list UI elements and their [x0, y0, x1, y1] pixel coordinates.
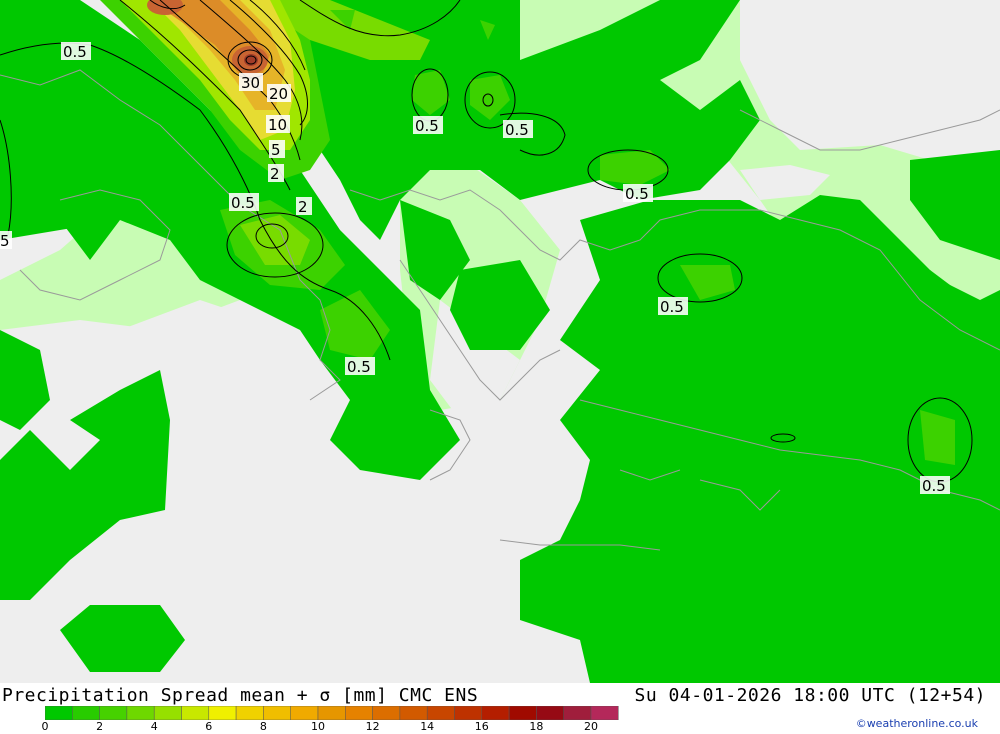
contour-label: 0.5: [231, 194, 255, 212]
colorbar-swatch: [45, 706, 73, 720]
colorbar-swatch: [508, 706, 537, 720]
colorbar-swatch: [208, 706, 237, 720]
colorbar-swatch: [563, 706, 592, 720]
colorbar-swatch: [290, 706, 319, 720]
colorbar-tick-label: 6: [205, 720, 213, 733]
colorbar-tick-label: 8: [259, 720, 267, 733]
contour-label: 20: [269, 85, 288, 103]
contour-label: 2: [270, 165, 280, 183]
colorbar: [45, 706, 619, 720]
colorbar-swatch: [72, 706, 100, 720]
contour-label: 0.5: [63, 43, 87, 61]
colorbar-tick-label: 10: [311, 720, 325, 733]
contour-label: 0.5: [922, 477, 946, 495]
colorbar-swatch: [454, 706, 483, 720]
colorbar-swatch: [481, 706, 510, 720]
colorbar-swatch: [263, 706, 291, 720]
contour-label: 2: [298, 198, 308, 216]
colorbar-swatch: [590, 706, 619, 720]
colorbar-swatch: [181, 706, 210, 720]
colorbar-tick-label: 4: [150, 720, 158, 733]
map-title: Precipitation Spread mean + σ [mm] CMC E…: [2, 685, 479, 706]
colorbar-tick-label: 20: [584, 720, 598, 733]
contour-label: 0.5: [505, 121, 529, 139]
colorbar-swatch: [99, 706, 128, 720]
colorbar-swatch: [126, 706, 155, 720]
colorbar-swatch: [317, 706, 346, 720]
map-datetime: Su 04-01-2026 18:00 UTC (12+54): [634, 685, 986, 706]
contour-label: 5: [0, 232, 10, 250]
colorbar-swatch: [345, 706, 373, 720]
contour-label: 0.5: [347, 358, 371, 376]
credit-link[interactable]: ©weatheronline.co.uk: [856, 717, 978, 730]
map-footer: Precipitation Spread mean + σ [mm] CMC E…: [0, 683, 1000, 733]
colorbar-swatch: [235, 706, 264, 720]
colorbar-ticks: 0 2 4 6 8 10 12 14 16 18 20: [41, 720, 645, 734]
colorbar-tick-label: 0: [41, 720, 49, 733]
colorbar-tick-label: 16: [474, 720, 489, 733]
contour-label: 0.5: [625, 185, 649, 203]
colorbar-swatch: [426, 706, 455, 720]
contour-label: 5: [271, 141, 281, 159]
precipitation-map: 0.5 30 20 10 5 2 0.5 2 0.5 0.5 0.5 0.5 0…: [0, 0, 1000, 683]
contour-label: 0.5: [660, 298, 684, 316]
colorbar-swatch: [536, 706, 564, 720]
contour-label: 30: [241, 74, 260, 92]
contour-label: 0.5: [415, 117, 439, 135]
colorbar-tick-label: 2: [96, 720, 104, 733]
colorbar-swatch: [399, 706, 428, 720]
contour-label: 10: [268, 116, 287, 134]
colorbar-swatch: [153, 706, 182, 720]
colorbar-tick-label: 12: [365, 720, 380, 733]
colorbar-tick-label: 14: [420, 720, 435, 733]
colorbar-swatch: [372, 706, 401, 720]
colorbar-tick-label: 18: [529, 720, 544, 733]
